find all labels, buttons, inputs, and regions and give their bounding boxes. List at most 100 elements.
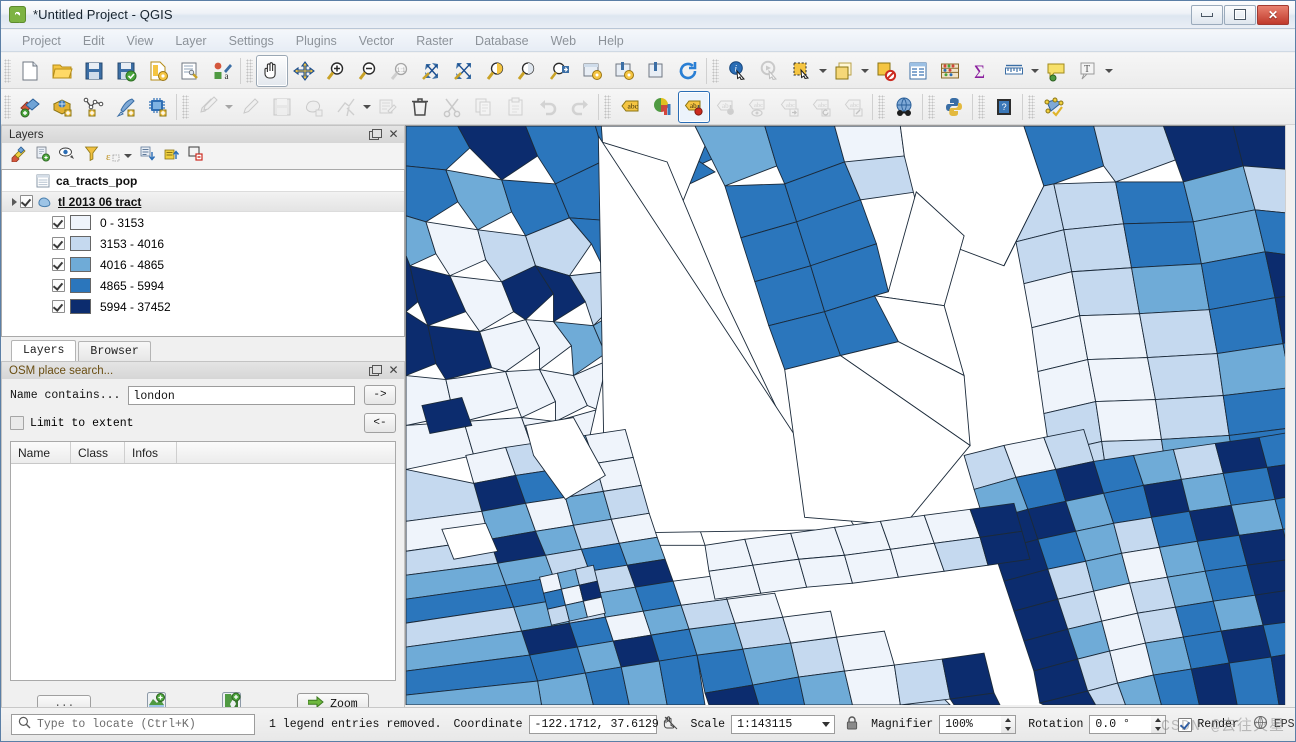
select-features-icon[interactable]	[786, 55, 818, 87]
layers-panel-close-icon[interactable]: ✕	[388, 128, 399, 140]
vertex-tool-caret-icon[interactable]	[362, 94, 372, 120]
layer-visibility-checkbox[interactable]	[20, 195, 33, 208]
coordinate-value[interactable]: -122.1712, 37.6129	[528, 715, 659, 734]
map-tip-icon[interactable]	[1040, 55, 1072, 87]
tab-browser[interactable]: Browser	[78, 341, 151, 361]
scale-combobox[interactable]: 1:143115	[731, 715, 836, 734]
open-project-icon[interactable]	[46, 55, 78, 87]
measure-dropdown-caret-icon[interactable]	[1030, 58, 1040, 84]
label-layer-icon[interactable]: abc	[614, 91, 646, 123]
menu-database[interactable]: Database	[464, 32, 540, 50]
map-tips-icon[interactable]	[640, 55, 672, 87]
add-vector-layer-icon[interactable]	[14, 91, 46, 123]
toolbar-grip[interactable]	[246, 58, 253, 83]
current-edits-caret-icon[interactable]	[224, 94, 234, 120]
redo-icon[interactable]	[564, 91, 596, 123]
osm-results-table[interactable]: Name Class Infos	[10, 441, 396, 681]
menu-layer[interactable]: Layer	[164, 32, 217, 50]
legend-class-checkbox[interactable]	[52, 216, 65, 229]
diagram-layer-icon[interactable]	[646, 91, 678, 123]
magnifier-value[interactable]: 100%	[939, 715, 1002, 734]
add-postgis-layer-icon[interactable]	[142, 91, 174, 123]
legend-class-row[interactable]: 5994 - 37452	[2, 296, 404, 317]
change-label-icon[interactable]: abc	[838, 91, 870, 123]
field-calculator-icon[interactable]	[934, 55, 966, 87]
expand-collapse-icon[interactable]	[8, 197, 20, 206]
current-edits-icon[interactable]	[192, 91, 224, 123]
zoom-native-icon[interactable]: 1:1	[384, 55, 416, 87]
paste-features-icon[interactable]	[500, 91, 532, 123]
pan-map-icon[interactable]	[256, 54, 288, 87]
render-toggle[interactable]: Render	[1178, 717, 1239, 732]
locate-input[interactable]: Type to locate (Ctrl+K)	[11, 714, 255, 735]
measure-line-icon[interactable]	[998, 55, 1030, 87]
legend-class-checkbox[interactable]	[52, 279, 65, 292]
new-map-view-icon[interactable]	[576, 55, 608, 87]
legend-class-checkbox[interactable]	[52, 237, 65, 250]
cut-features-icon[interactable]	[436, 91, 468, 123]
osm-search-button[interactable]: ->	[364, 385, 396, 405]
column-header-class[interactable]: Class	[71, 442, 125, 463]
layers-panel-float-icon[interactable]	[369, 129, 382, 140]
undo-icon[interactable]	[532, 91, 564, 123]
save-project-as-icon[interactable]	[110, 55, 142, 87]
annotation-dropdown-caret-icon[interactable]	[1104, 58, 1114, 84]
menu-project[interactable]: Project	[11, 32, 72, 50]
rotate-label-icon[interactable]: abc	[806, 91, 838, 123]
deselect-features-icon[interactable]	[828, 55, 860, 87]
toolbar-grip[interactable]	[978, 94, 985, 119]
maximize-button[interactable]	[1224, 4, 1256, 25]
run-feature-action-icon[interactable]	[754, 55, 786, 87]
column-header-infos[interactable]: Infos	[125, 442, 177, 463]
legend-class-row[interactable]: 3153 - 4016	[2, 233, 404, 254]
toolbar-grip[interactable]	[182, 94, 189, 119]
help-contents-icon[interactable]: ?	[988, 91, 1020, 123]
render-checkbox[interactable]	[1178, 717, 1193, 732]
crs-status[interactable]: EPSG:4269	[1253, 715, 1295, 734]
clear-selection-icon[interactable]	[870, 55, 902, 87]
map-vertical-scrollbar[interactable]	[1285, 125, 1295, 705]
menu-web[interactable]: Web	[540, 32, 587, 50]
save-project-icon[interactable]	[78, 55, 110, 87]
menu-settings[interactable]: Settings	[218, 32, 285, 50]
toolbar-grip[interactable]	[4, 94, 11, 119]
pin-labels-icon[interactable]: ab	[710, 91, 742, 123]
osm-back-button[interactable]: <-	[364, 413, 396, 433]
legend-class-row[interactable]: 0 - 3153	[2, 212, 404, 233]
osm-panel-close-icon[interactable]: ✕	[388, 364, 399, 376]
modify-attributes-icon[interactable]	[372, 91, 404, 123]
add-spatialite-layer-icon[interactable]	[110, 91, 142, 123]
toolbar-grip[interactable]	[604, 94, 611, 119]
map-canvas[interactable]	[405, 125, 1295, 705]
menu-vector[interactable]: Vector	[348, 32, 405, 50]
toggle-editing-icon[interactable]	[234, 91, 266, 123]
menu-plugins[interactable]: Plugins	[285, 32, 348, 50]
close-button[interactable]: ✕	[1257, 4, 1289, 25]
new-print-layout-icon[interactable]	[142, 55, 174, 87]
manage-map-themes-icon[interactable]	[58, 145, 77, 167]
menu-view[interactable]: View	[115, 32, 164, 50]
zoom-to-layer-icon[interactable]	[480, 55, 512, 87]
toolbar-grip[interactable]	[928, 94, 935, 119]
new-3d-map-view-icon[interactable]	[608, 55, 640, 87]
delete-selected-icon[interactable]	[404, 91, 436, 123]
toolbar-grip[interactable]	[4, 58, 11, 83]
open-attribute-table-icon[interactable]	[902, 55, 934, 87]
refresh-icon[interactable]	[672, 55, 704, 87]
statistical-summary-icon[interactable]: Σ	[966, 55, 998, 87]
qgis-processing-icon[interactable]	[1038, 91, 1070, 123]
add-feature-icon[interactable]	[298, 91, 330, 123]
legend-class-checkbox[interactable]	[52, 300, 65, 313]
lock-scale-icon[interactable]	[845, 715, 859, 735]
osm-name-input[interactable]: london	[128, 385, 355, 405]
zoom-out-icon[interactable]	[352, 55, 384, 87]
collapse-all-icon[interactable]	[163, 145, 180, 167]
minimize-button[interactable]	[1191, 4, 1223, 25]
legend-class-row[interactable]: 4016 - 4865	[2, 254, 404, 275]
zoom-next-icon[interactable]	[544, 55, 576, 87]
magnifier-spinner[interactable]	[1001, 715, 1017, 734]
toolbar-grip[interactable]	[712, 58, 719, 83]
copy-features-icon[interactable]	[468, 91, 500, 123]
filter-legend-icon[interactable]	[84, 145, 99, 167]
rotation-spinner[interactable]	[1151, 715, 1167, 734]
